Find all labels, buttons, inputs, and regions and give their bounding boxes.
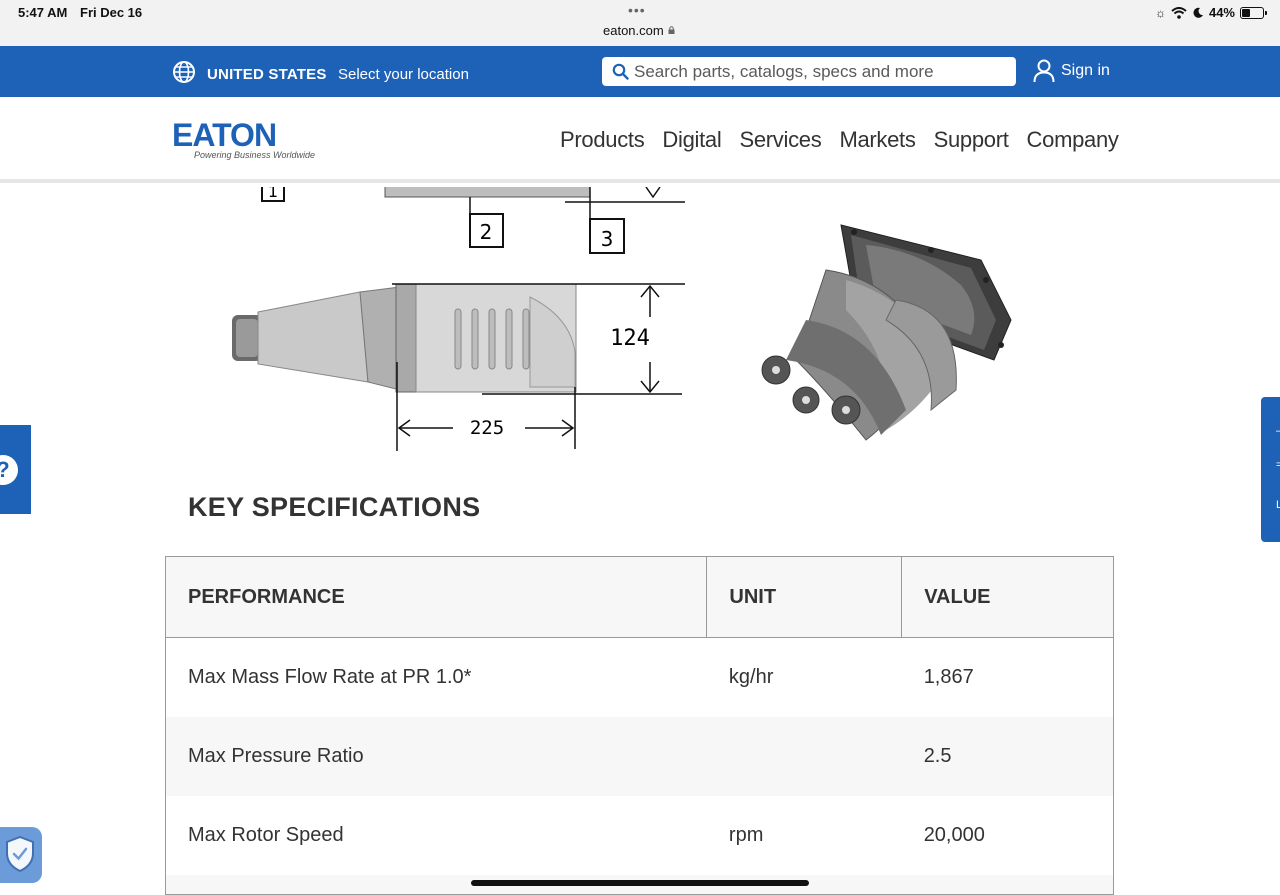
nav-markets[interactable]: Markets: [839, 127, 915, 153]
feedback-tab-mark: L: [1276, 499, 1280, 511]
sign-in-button[interactable]: Sign in: [1033, 59, 1110, 83]
callout-1: 1: [268, 187, 278, 201]
nav-products[interactable]: Products: [560, 127, 645, 153]
cell-unit: rpm: [728, 823, 764, 846]
cell-value: [901, 874, 1114, 895]
specifications-table: PERFORMANCE UNIT VALUE Max Mass Flow Rat…: [165, 556, 1114, 895]
nav-digital[interactable]: Digital: [662, 127, 721, 153]
lock-icon: [668, 26, 675, 34]
logo-wordmark: EATON: [172, 117, 277, 153]
brightness-icon: ☼: [1154, 5, 1166, 20]
country-label[interactable]: UNITED STATES: [207, 66, 327, 83]
search-icon[interactable]: [612, 63, 629, 80]
top-view-body: [384, 187, 591, 198]
tab-options-icon[interactable]: •••: [628, 2, 646, 18]
cell-performance: Max Mass Flow Rate at PR 1.0*: [188, 665, 472, 688]
status-bar: 5:47 AM Fri Dec 16 ••• eaton.com ☼ 44%: [0, 0, 1280, 46]
table-header-row: PERFORMANCE UNIT VALUE: [165, 556, 1114, 638]
nav-services[interactable]: Services: [739, 127, 821, 153]
cell-unit: kg/hr: [728, 665, 774, 688]
select-location-link[interactable]: Select your location: [338, 66, 469, 83]
user-icon: [1033, 59, 1055, 83]
callout-3: 3: [601, 227, 614, 251]
status-indicators: ☼ 44%: [1154, 5, 1267, 20]
home-indicator[interactable]: [471, 880, 809, 886]
nav-support[interactable]: Support: [934, 127, 1009, 153]
column-header-performance: PERFORMANCE: [165, 556, 708, 638]
nose-housing: [257, 291, 369, 383]
privacy-shield-button[interactable]: [0, 827, 42, 883]
address-bar-url[interactable]: eaton.com: [603, 23, 664, 38]
length-dimension-label: 225: [470, 417, 504, 439]
moon-icon: [1193, 7, 1203, 18]
cell-unit: [706, 716, 902, 796]
table-row: Max Mass Flow Rate at PR 1.0* kg/hr 1,86…: [166, 638, 1114, 717]
key-specifications-heading: KEY SPECIFICATIONS: [188, 492, 481, 522]
utility-bar: UNITED STATES Select your location Sign …: [0, 46, 1280, 97]
status-time: 5:47 AM: [18, 5, 68, 20]
cell-performance: Max Rotor Speed: [188, 823, 344, 846]
rotor-render-image: [761, 224, 1012, 441]
cell-value: 2.5: [901, 716, 1114, 796]
help-icon[interactable]: ?: [0, 455, 18, 485]
battery-percent: 44%: [1208, 5, 1235, 20]
feedback-tab[interactable]: – = L: [1261, 397, 1280, 542]
globe-icon[interactable]: [172, 60, 196, 84]
column-header-unit: UNIT: [706, 556, 903, 638]
battery-icon: [1240, 6, 1267, 19]
help-tab[interactable]: ?: [0, 425, 31, 514]
eaton-logo[interactable]: EATON Powering Business Worldwide: [172, 117, 316, 163]
main-nav: Products Digital Services Markets Suppor…: [560, 127, 1137, 153]
cell-performance: Max Pressure Ratio: [165, 716, 707, 796]
cell-value: 20,000: [923, 823, 985, 846]
status-date: Fri Dec 16: [80, 5, 143, 20]
height-dimension-label: 124: [610, 326, 650, 351]
callout-2: 2: [480, 220, 493, 244]
table-row: Max Rotor Speed rpm 20,000: [166, 796, 1114, 875]
logo-tagline: Powering Business Worldwide: [194, 150, 316, 160]
search-input[interactable]: [634, 57, 1008, 86]
flange: [395, 283, 417, 393]
dimension-drawing: 1 2 3 124 225: [232, 187, 685, 451]
search-box[interactable]: [602, 57, 1016, 86]
column-header-value: VALUE: [901, 556, 1114, 638]
wifi-icon: [1171, 6, 1187, 19]
nav-company[interactable]: Company: [1027, 127, 1119, 153]
cell-value: 1,867: [923, 665, 974, 688]
main-header: EATON Powering Business Worldwide Produc…: [0, 97, 1280, 183]
feedback-tab-mark: –: [1276, 425, 1280, 437]
table-row: Max Pressure Ratio 2.5: [165, 716, 1114, 796]
shield-check-icon: [6, 835, 34, 873]
sign-in-label: Sign in: [1061, 62, 1110, 79]
feedback-tab-mark: =: [1276, 459, 1280, 471]
